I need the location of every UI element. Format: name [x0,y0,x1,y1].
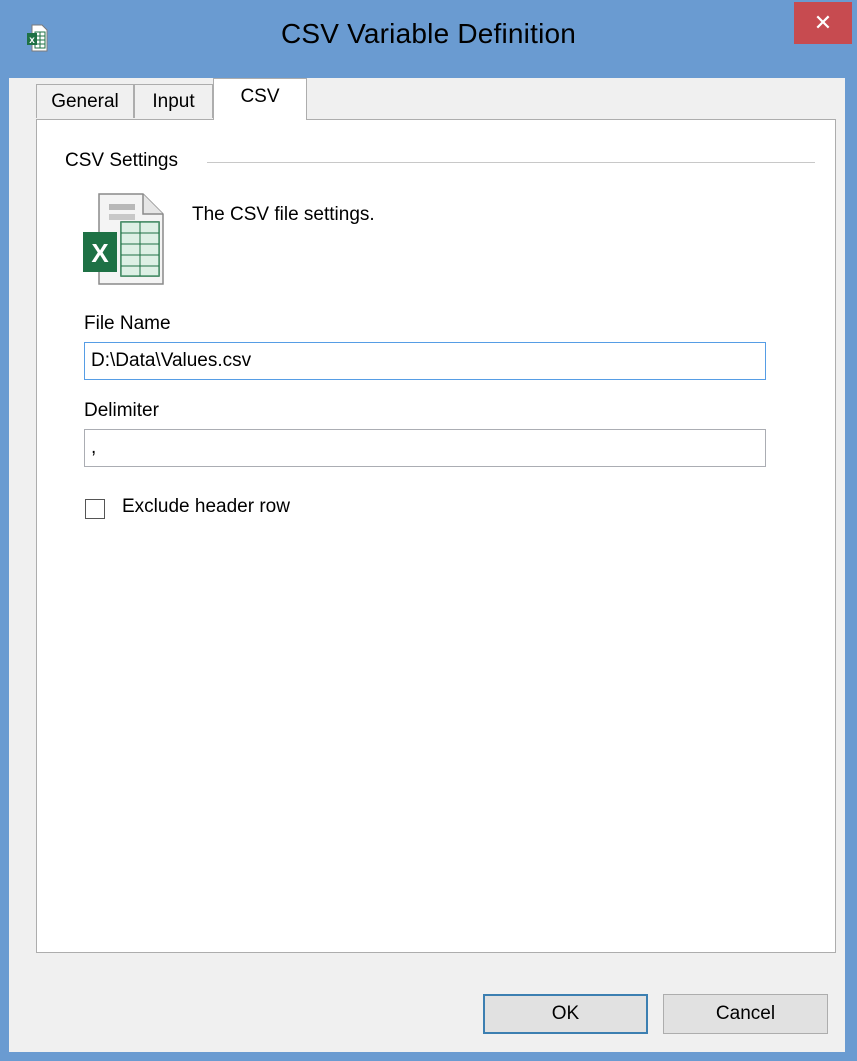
dialog-client-area: General Input CSV CSV Settings X The CSV… [9,78,845,1052]
cancel-button[interactable]: Cancel [663,994,828,1034]
tab-panel-csv: CSV Settings X The CSV file settings. Fi… [36,119,836,953]
exclude-header-label[interactable]: Exclude header row [122,496,290,518]
ok-button[interactable]: OK [483,994,648,1034]
delimiter-input[interactable] [84,429,766,467]
exclude-header-checkbox[interactable] [85,499,105,519]
tab-general[interactable]: General [36,84,134,118]
group-label-csv-settings: CSV Settings [65,150,186,172]
title-bar[interactable]: x CSV Variable Definition ✕ [0,0,857,78]
file-name-input[interactable] [84,342,766,380]
tab-csv[interactable]: CSV [213,78,307,120]
svg-text:X: X [91,238,109,268]
settings-description: The CSV file settings. [192,204,375,225]
delimiter-label: Delimiter [84,400,159,421]
close-button[interactable]: ✕ [794,2,852,44]
group-divider [207,162,815,163]
close-icon: ✕ [813,10,833,35]
file-name-label: File Name [84,313,171,334]
tab-input[interactable]: Input [134,84,213,118]
csv-file-icon: X [83,193,164,285]
dialog-window: x CSV Variable Definition ✕ General Inpu… [0,0,857,1061]
window-title: CSV Variable Definition [280,18,577,49]
